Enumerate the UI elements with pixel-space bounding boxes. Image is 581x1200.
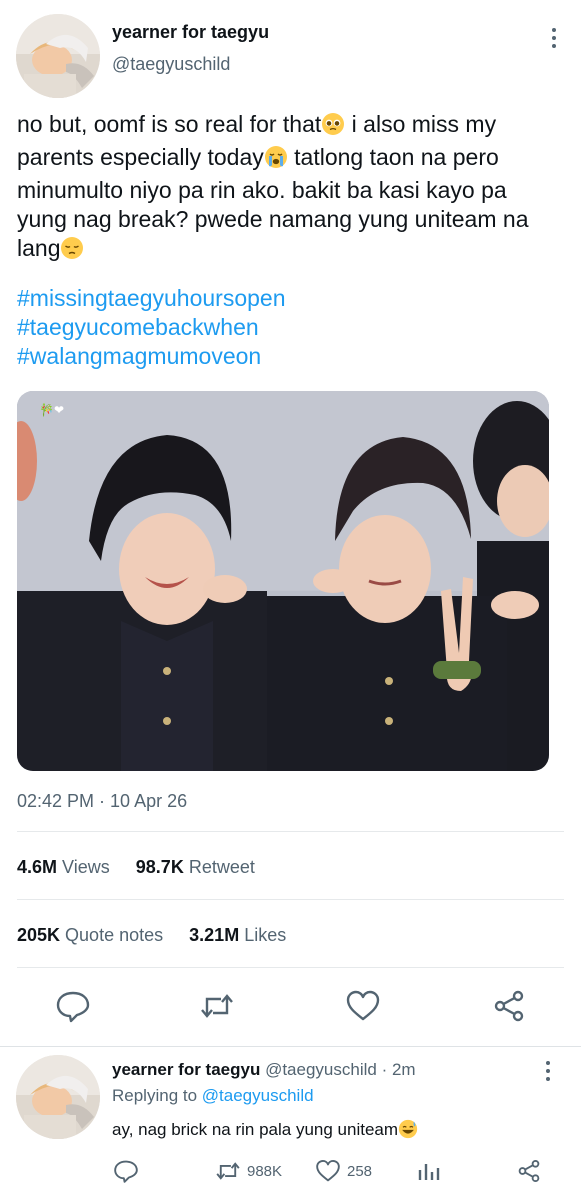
- tweet-text-line: lang: [17, 235, 61, 261]
- tweet-header: yearner for taegyu @taegyuschild: [16, 14, 565, 98]
- quote-label[interactable]: Quote notes: [65, 925, 163, 945]
- hashtag-link[interactable]: #missingtaegyuhoursopen: [17, 284, 286, 313]
- author-name[interactable]: yearner for taegyu: [112, 22, 269, 43]
- views-count: 4.6M: [17, 857, 58, 877]
- tweet-text-line: parents especially today: [17, 144, 264, 170]
- crying-face-emoji-icon: [264, 145, 288, 176]
- more-options-icon[interactable]: [549, 28, 559, 52]
- tweet-text-line: minumulto niyo pa rin ako. bakit ba kasi…: [17, 177, 507, 203]
- reply-time: · 2m: [381, 1060, 416, 1079]
- reply-author-handle[interactable]: @taegyuschild: [265, 1060, 377, 1079]
- media-watermark: 🎋❤: [39, 403, 64, 417]
- divider: [17, 899, 564, 900]
- replying-to-prefix: Replying to: [112, 1086, 198, 1105]
- tweet-text-line: no but, oomf is so real for that: [17, 111, 322, 137]
- reply-like-count: 258: [347, 1162, 373, 1180]
- author-handle[interactable]: @taegyuschild: [112, 54, 230, 75]
- stats-row-views: 4.6M Views 98.7K Retweet: [17, 857, 255, 878]
- views-label: Views: [62, 857, 110, 877]
- reply-text-content: ay, nag brick na rin pala yung uniteam: [112, 1120, 399, 1139]
- disappointed-face-emoji-icon: [60, 236, 84, 267]
- avatar[interactable]: [16, 14, 100, 98]
- tweet-media-photo[interactable]: 🎋❤: [17, 391, 549, 771]
- likes-count[interactable]: 3.21M: [189, 925, 239, 945]
- reply-retweet-count: 988K: [247, 1162, 283, 1180]
- hashtag-list: #missingtaegyuhoursopen #taegyucomebackw…: [17, 284, 286, 371]
- retweet-label[interactable]: Retweet: [189, 857, 255, 877]
- reply-action-bar: 988K 258: [0, 1156, 581, 1186]
- likes-label[interactable]: Likes: [244, 925, 286, 945]
- divider: [17, 967, 564, 968]
- reply-retweet-button[interactable]: 988K: [215, 1156, 282, 1186]
- tweet-action-bar: [0, 988, 581, 1024]
- more-options-icon[interactable]: [543, 1061, 553, 1085]
- quote-count[interactable]: 205K: [17, 925, 60, 945]
- retweet-count[interactable]: 98.7K: [136, 857, 184, 877]
- retweet-icon: [216, 1162, 240, 1180]
- tweet-text-line: i also miss my: [345, 111, 497, 137]
- pleading-face-emoji-icon: [321, 112, 345, 143]
- tweet-body: no but, oomf is so real for that i also …: [17, 110, 557, 267]
- views-icon[interactable]: [416, 1156, 448, 1186]
- replying-to-link[interactable]: @taegyuschild: [202, 1086, 314, 1105]
- reply-icon[interactable]: [55, 988, 91, 1024]
- tweet-timestamp[interactable]: 02:42 PM · 10 Apr 26: [17, 791, 187, 812]
- replying-to: Replying to @taegyuschild: [112, 1086, 314, 1106]
- divider: [0, 1046, 581, 1047]
- reply-header: yearner for taegyu @taegyuschild · 2m: [112, 1060, 416, 1080]
- like-icon[interactable]: [345, 988, 381, 1024]
- hashtag-link[interactable]: #walangmagmumoveon: [17, 342, 286, 371]
- hashtag-link[interactable]: #taegyucomebackwhen: [17, 313, 286, 342]
- tweet-text-line: yung nag break? pwede namang yung unitea…: [17, 206, 529, 232]
- reply-icon[interactable]: [113, 1156, 145, 1186]
- reply-text: ay, nag brick na rin pala yung uniteam: [112, 1119, 418, 1144]
- reply-author-name[interactable]: yearner for taegyu: [112, 1060, 260, 1079]
- reply-like-button[interactable]: 258: [315, 1156, 372, 1186]
- like-icon: [316, 1159, 340, 1182]
- share-icon[interactable]: [491, 988, 527, 1024]
- sweat-smile-emoji-icon: [398, 1119, 418, 1144]
- avatar[interactable]: [16, 1055, 100, 1139]
- stats-row-quotes: 205K Quote notes 3.21M Likes: [17, 925, 286, 946]
- retweet-icon[interactable]: [199, 988, 235, 1024]
- share-icon[interactable]: [516, 1156, 548, 1186]
- tweet-text-line: tatlong taon na pero: [287, 144, 499, 170]
- divider: [17, 831, 564, 832]
